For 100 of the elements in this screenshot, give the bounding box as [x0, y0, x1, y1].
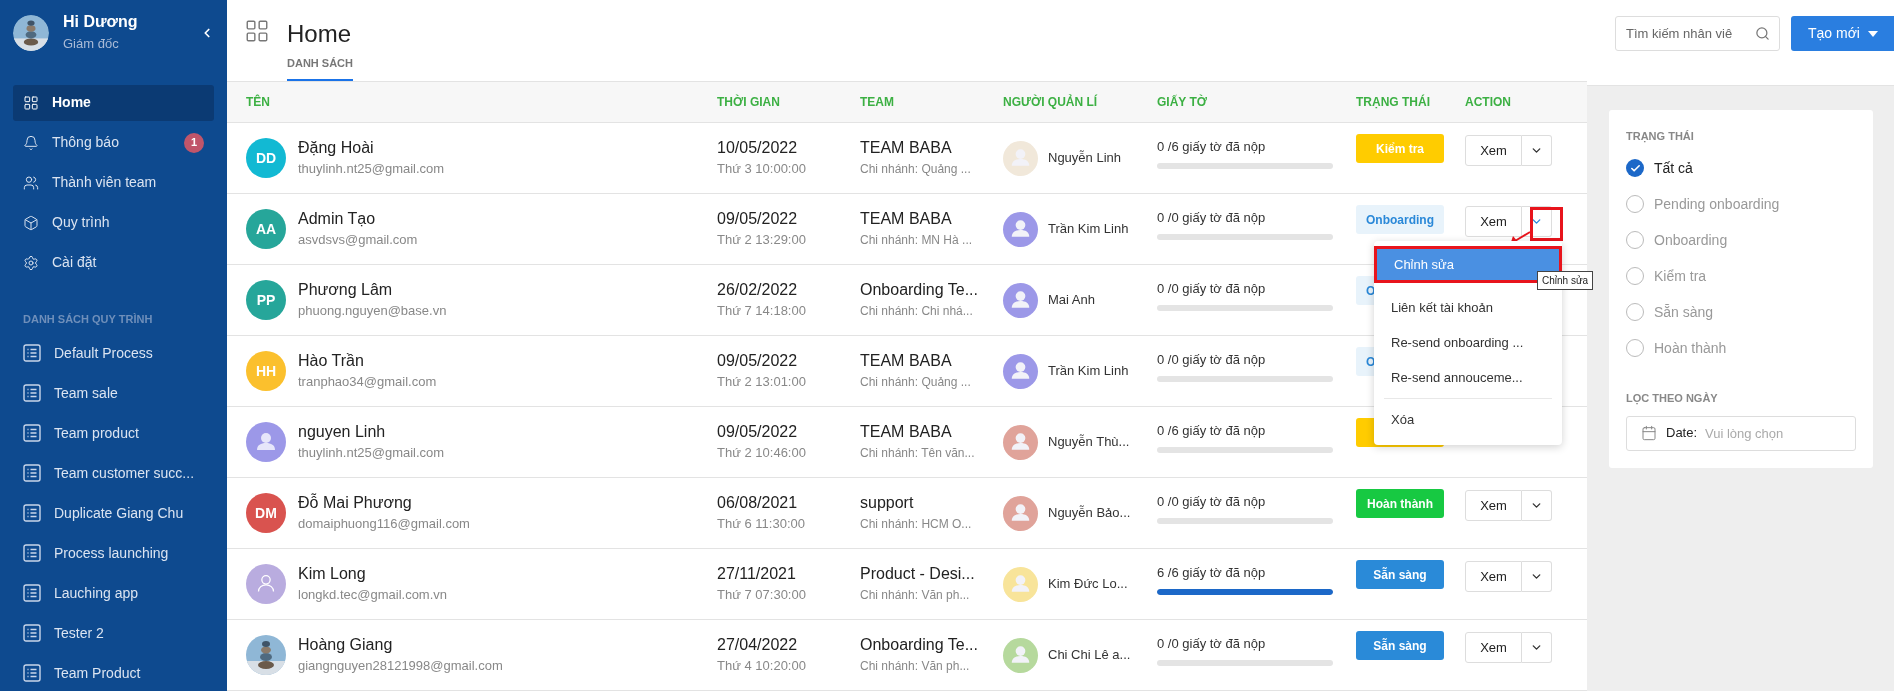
count-badge: 1 [184, 132, 204, 153]
process-item[interactable]: Duplicate Giang Chu [13, 495, 214, 531]
nav-item[interactable]: Thành viên team [13, 164, 214, 201]
column-header: GIẤY TỜ [1157, 93, 1209, 111]
date-text: 27/04/2022 [717, 635, 799, 655]
employee-email: phuong.nguyen@base.vn [298, 302, 447, 320]
manager-name: Chi Chi Lê a... [1048, 646, 1131, 665]
search-icon [1755, 26, 1770, 41]
date-text: 26/02/2022 [717, 280, 799, 300]
branch-text: Chi nhánh: HCM O... [860, 516, 973, 533]
page-title: Home [287, 19, 353, 49]
employee-name: Admin Tạo [298, 209, 377, 229]
employee-email: longkd.tec@gmail.com.vn [298, 586, 448, 604]
status-badge: Sẵn sàng [1356, 631, 1444, 660]
employee-name: Kim Long [298, 564, 367, 584]
list-icon [23, 344, 41, 362]
process-item[interactable]: Lauching app [13, 575, 214, 611]
branch-text: Chi nhánh: Văn ph... [860, 658, 971, 675]
employee-email: tranphao34@gmail.com [298, 373, 437, 391]
documents-text: 6 /6 giấy tờ đã nộp [1157, 564, 1267, 582]
team-name: support [860, 493, 915, 513]
process-item[interactable]: Team product [13, 415, 214, 451]
employee-name: Hoàng Giang [298, 635, 394, 655]
highlight-frame [1530, 207, 1563, 241]
column-header: TEAM [860, 94, 895, 111]
view-button[interactable]: Xem [1465, 135, 1522, 166]
employee-email: thuylinh.nt25@gmail.com [298, 444, 445, 462]
list-icon [23, 624, 41, 642]
column-header: THỜI GIAN [717, 93, 781, 111]
list-icon [23, 584, 41, 602]
list-icon [23, 464, 41, 482]
avatar: HH [246, 351, 286, 391]
process-item[interactable]: Team Product [13, 655, 214, 691]
manager-name: Nguyễn Linh [1048, 149, 1121, 168]
column-header: NGƯỜI QUẢN LÍ [1003, 93, 1099, 111]
nav-item[interactable]: Home [13, 84, 214, 121]
column-header: TÊN [245, 93, 271, 111]
calendar-icon [1641, 425, 1657, 441]
branch-text: Chi nhánh: Tên văn... [860, 445, 976, 462]
radio-button[interactable] [1626, 159, 1644, 177]
list-icon [23, 544, 41, 562]
branch-text: Chi nhánh: Quảng ... [860, 374, 972, 391]
status-badge: Hoàn thành [1356, 489, 1444, 518]
menu-item[interactable]: Xóa [1374, 402, 1562, 437]
team-name: Onboarding Te... [860, 280, 979, 300]
employee-name: nguyen Linh [298, 422, 387, 442]
user-role: Giám đốc [63, 35, 120, 54]
grid-icon [23, 94, 39, 111]
time-text: Thứ 3 10:00:00 [717, 160, 807, 178]
date-text: 27/11/2021 [717, 564, 797, 584]
team-name: Product - Desi... [860, 564, 976, 584]
date-text: 10/05/2022 [717, 138, 799, 158]
view-button[interactable]: Xem [1465, 561, 1522, 592]
process-item[interactable]: Default Process [13, 335, 214, 371]
process-item[interactable]: Team customer succ... [13, 455, 214, 491]
employee-email: giangnguyen28121998@gmail.com [298, 657, 503, 675]
process-item[interactable]: Tester 2 [13, 615, 214, 651]
nav-item[interactable]: Quy trình [13, 204, 214, 241]
documents-text: 0 /0 giấy tờ đã nộp [1157, 351, 1267, 369]
manager-name: Nguyễn Thù... [1048, 433, 1130, 452]
filter-title: LỌC THEO NGÀY [1626, 390, 1719, 406]
nav-item[interactable]: Cài đặt [13, 244, 214, 281]
list-icon [23, 504, 41, 522]
filter-title: TRẠNG THÁI [1626, 129, 1695, 145]
branch-text: Chi nhánh: Chi nhá... [860, 303, 974, 320]
team-name: Onboarding Te... [860, 635, 979, 655]
list-icon [23, 424, 41, 442]
grid-icon [244, 18, 270, 44]
branch-text: Chi nhánh: Quảng ... [860, 161, 972, 178]
documents-text: 0 /0 giấy tờ đã nộp [1157, 209, 1267, 227]
documents-text: 0 /6 giấy tờ đã nộp [1157, 422, 1267, 440]
employee-name: Đỗ Mai Phương [298, 492, 413, 513]
avatar: AA [246, 209, 286, 249]
date-text: 06/08/2021 [717, 493, 799, 513]
view-button[interactable]: Xem [1465, 632, 1522, 663]
date-text: 09/05/2022 [717, 209, 799, 229]
time-text: Thứ 4 10:20:00 [717, 657, 807, 675]
cube-icon [23, 214, 39, 231]
documents-text: 0 /0 giấy tờ đã nộp [1157, 635, 1267, 653]
documents-text: 0 /0 giấy tờ đã nộp [1157, 280, 1267, 298]
check-icon [1629, 162, 1641, 174]
search-field[interactable]: Tìm kiếm nhân viê [1615, 16, 1780, 51]
list-icon [23, 664, 41, 682]
date-text: 09/05/2022 [717, 422, 799, 442]
nav-item[interactable]: Thông báo 1 [13, 124, 214, 161]
process-item[interactable]: Team sale [13, 375, 214, 411]
avatar [246, 564, 286, 604]
time-text: Thứ 2 10:46:00 [717, 444, 807, 462]
employee-name: Hào Trần [298, 351, 365, 371]
status-badge: Onboarding [1356, 205, 1444, 234]
view-button[interactable]: Xem [1465, 490, 1522, 521]
create-button[interactable]: Tạo mới [1791, 16, 1894, 51]
employee-email: domaiphuong116@gmail.com [298, 515, 470, 533]
section-title: DANH SÁCH QUY TRÌNH [22, 311, 154, 327]
manager-name: Trần Kim Linh [1048, 220, 1129, 239]
employee-email: thuylinh.nt25@gmail.com [298, 160, 445, 178]
process-item[interactable]: Process launching [13, 535, 214, 571]
view-button[interactable]: Xem [1465, 206, 1522, 237]
team-name: TEAM BABA [860, 351, 953, 371]
radio-option[interactable]: Tất cả [1626, 156, 1856, 180]
